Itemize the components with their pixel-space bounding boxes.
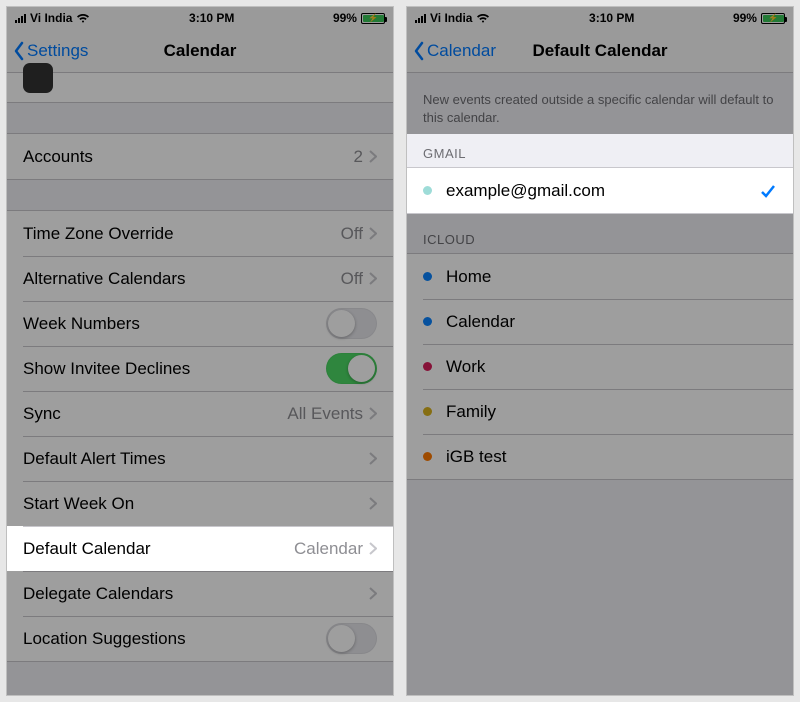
toggle-location-suggestions[interactable] xyxy=(326,623,377,654)
back-button[interactable]: Calendar xyxy=(407,41,496,61)
row-label: Start Week On xyxy=(23,494,369,514)
row-label: Delegate Calendars xyxy=(23,584,369,604)
chevron-right-icon xyxy=(369,497,377,510)
row-show-invitee-declines[interactable]: Show Invitee Declines xyxy=(7,346,393,391)
chevron-right-icon xyxy=(369,452,377,465)
back-button[interactable]: Settings xyxy=(7,41,88,61)
row-value: Off xyxy=(341,269,363,289)
section-header-gmail: GMAIL xyxy=(407,134,793,167)
calendar-color-dot xyxy=(423,407,432,416)
calendar-option-icloud[interactable]: Home xyxy=(407,254,793,299)
partial-app-row xyxy=(7,73,393,103)
battery-icon: ⚡ xyxy=(361,13,385,24)
row-accounts[interactable]: Accounts 2 xyxy=(7,134,393,179)
row-label: Default Calendar xyxy=(23,539,294,559)
chevron-left-icon xyxy=(13,41,25,61)
carrier-label: Vi India xyxy=(430,11,472,25)
chevron-right-icon xyxy=(369,227,377,240)
chevron-right-icon xyxy=(369,150,377,163)
status-bar: Vi India 3:10 PM 99% ⚡ xyxy=(7,7,393,29)
row-label: Sync xyxy=(23,404,287,424)
screenshot-default-calendar: Vi India 3:10 PM 99% ⚡ Calendar Default … xyxy=(406,6,794,696)
calendar-color-dot xyxy=(423,186,432,195)
battery-pct: 99% xyxy=(733,11,757,25)
row-week-numbers[interactable]: Week Numbers xyxy=(7,301,393,346)
row-alternative-calendars[interactable]: Alternative Calendars Off xyxy=(7,256,393,301)
row-time-zone-override[interactable]: Time Zone Override Off xyxy=(7,211,393,256)
row-delegate-calendars[interactable]: Delegate Calendars xyxy=(7,571,393,616)
row-sync[interactable]: Sync All Events xyxy=(7,391,393,436)
calendar-label: iGB test xyxy=(446,447,777,467)
row-label: Week Numbers xyxy=(23,314,326,334)
checkmark-icon xyxy=(759,182,777,200)
nav-bar: Calendar Default Calendar xyxy=(407,29,793,73)
chevron-right-icon xyxy=(369,587,377,600)
battery-icon: ⚡ xyxy=(761,13,785,24)
row-value: All Events xyxy=(287,404,363,424)
row-start-week-on[interactable]: Start Week On xyxy=(7,481,393,526)
carrier-label: Vi India xyxy=(30,11,72,25)
calendar-option-gmail[interactable]: example@gmail.com xyxy=(407,168,793,213)
calendar-color-dot xyxy=(423,452,432,461)
calendar-label: Work xyxy=(446,357,777,377)
row-location-suggestions[interactable]: Location Suggestions xyxy=(7,616,393,661)
calendar-color-dot xyxy=(423,272,432,281)
toggle-invitee-declines[interactable] xyxy=(326,353,377,384)
back-label: Calendar xyxy=(427,41,496,61)
calendar-option-icloud[interactable]: Calendar xyxy=(407,299,793,344)
row-value: Off xyxy=(341,224,363,244)
row-label: Alternative Calendars xyxy=(23,269,341,289)
calendar-label: example@gmail.com xyxy=(446,181,759,201)
back-label: Settings xyxy=(27,41,88,61)
calendar-label: Home xyxy=(446,267,777,287)
row-label: Time Zone Override xyxy=(23,224,341,244)
chevron-right-icon xyxy=(369,407,377,420)
wifi-icon xyxy=(476,13,490,23)
status-bar: Vi India 3:10 PM 99% ⚡ xyxy=(407,7,793,29)
chevron-left-icon xyxy=(413,41,425,61)
wifi-icon xyxy=(76,13,90,23)
nav-bar: Settings Calendar xyxy=(7,29,393,73)
row-default-alert-times[interactable]: Default Alert Times xyxy=(7,436,393,481)
clock: 3:10 PM xyxy=(189,11,234,25)
calendar-option-icloud[interactable]: Family xyxy=(407,389,793,434)
section-description: New events created outside a specific ca… xyxy=(407,73,793,134)
signal-icon xyxy=(415,13,426,23)
calendar-option-icloud[interactable]: iGB test xyxy=(407,434,793,479)
battery-pct: 99% xyxy=(333,11,357,25)
section-header-icloud: ICLOUD xyxy=(407,214,793,253)
row-label: Accounts xyxy=(23,147,354,167)
row-label: Location Suggestions xyxy=(23,629,326,649)
screenshot-calendar-settings: Vi India 3:10 PM 99% ⚡ Settings Calendar… xyxy=(6,6,394,696)
clock: 3:10 PM xyxy=(589,11,634,25)
signal-icon xyxy=(15,13,26,23)
calendar-color-dot xyxy=(423,317,432,326)
row-label: Show Invitee Declines xyxy=(23,359,326,379)
row-default-calendar[interactable]: Default Calendar Calendar xyxy=(7,526,393,571)
chevron-right-icon xyxy=(369,542,377,555)
row-label: Default Alert Times xyxy=(23,449,369,469)
row-value: 2 xyxy=(354,147,363,167)
chevron-right-icon xyxy=(369,272,377,285)
row-value: Calendar xyxy=(294,539,363,559)
calendar-color-dot xyxy=(423,362,432,371)
toggle-week-numbers[interactable] xyxy=(326,308,377,339)
calendar-label: Calendar xyxy=(446,312,777,332)
calendar-label: Family xyxy=(446,402,777,422)
calendar-option-icloud[interactable]: Work xyxy=(407,344,793,389)
